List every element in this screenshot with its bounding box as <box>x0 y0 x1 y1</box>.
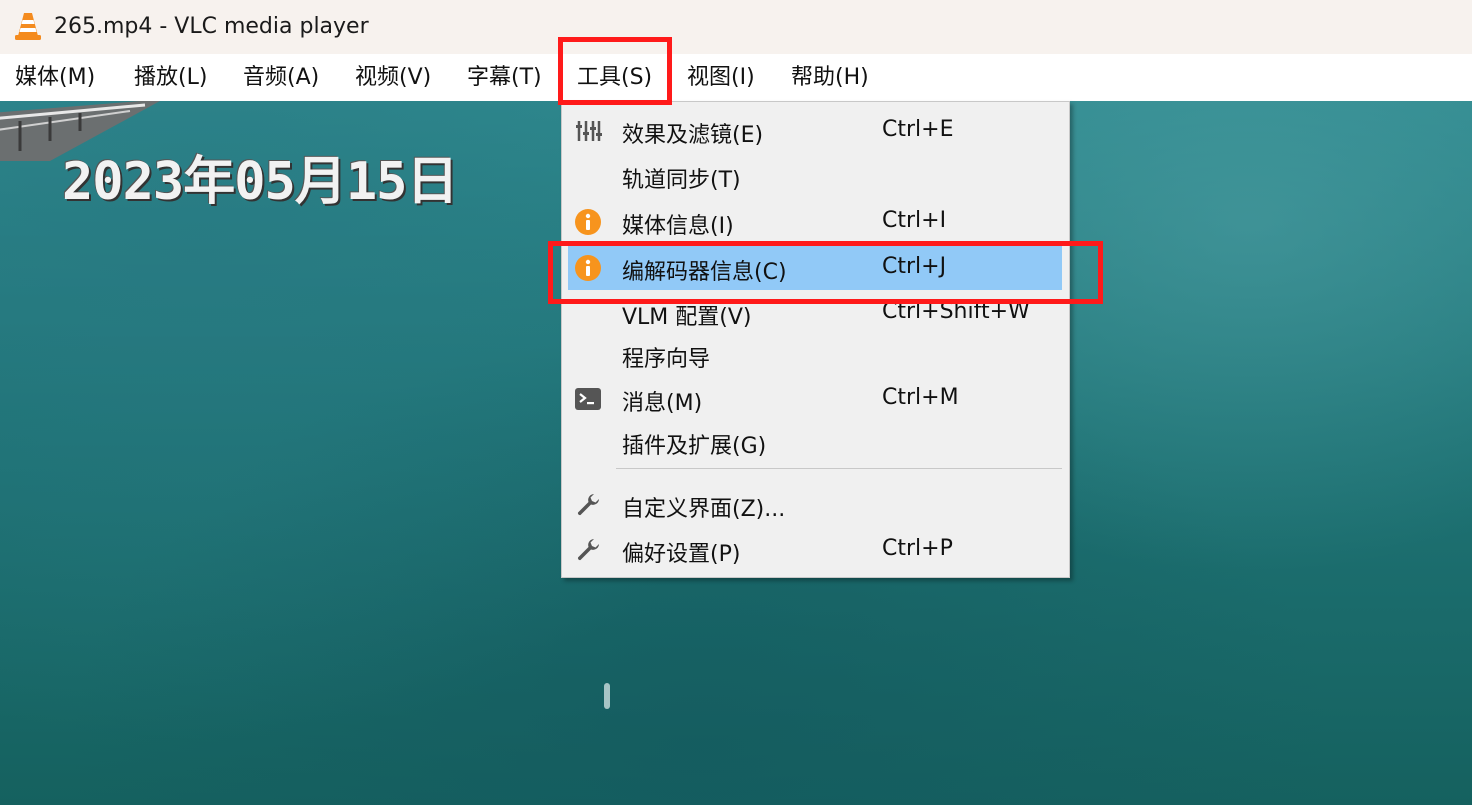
menu-item-label: 轨道同步(T) <box>622 168 741 193</box>
vlc-cone-icon <box>15 13 41 40</box>
menu-item-media-info[interactable]: 媒体信息(I) Ctrl+I <box>568 200 1062 244</box>
wrench-icon <box>577 494 599 516</box>
title-bar: 265.mp4 - VLC media player <box>0 0 1472 54</box>
menu-item-label: 消息(M) <box>622 391 703 416</box>
menu-item-plugins-extensions[interactable]: 插件及扩展(G) <box>568 420 1062 464</box>
menu-separator <box>616 468 1062 469</box>
menu-media[interactable]: 媒体(M) <box>15 62 95 94</box>
menu-item-shortcut: Ctrl+I <box>882 208 947 233</box>
terminal-icon <box>575 388 601 410</box>
menu-video[interactable]: 视频(V) <box>355 62 431 94</box>
tools-dropdown-menu: 效果及滤镜(E) Ctrl+E 轨道同步(T) 媒体信息(I) Ctrl+I 编… <box>561 101 1070 578</box>
menu-audio[interactable]: 音频(A) <box>243 62 319 94</box>
menu-item-track-sync[interactable]: 轨道同步(T) <box>568 154 1062 198</box>
menu-item-label: 程序向导 <box>622 347 711 372</box>
equalizer-icon <box>576 121 602 141</box>
menu-item-shortcut: Ctrl+M <box>882 385 959 410</box>
menu-view[interactable]: 视图(I) <box>687 62 755 94</box>
timestamp-overlay: 2023年05月15日 <box>62 152 458 212</box>
menu-item-label: 媒体信息(I) <box>622 214 734 239</box>
window-title: 265.mp4 - VLC media player <box>54 14 369 39</box>
menu-item-label: 插件及扩展(G) <box>622 434 767 459</box>
menu-playback[interactable]: 播放(L) <box>134 62 207 94</box>
info-icon <box>575 209 601 235</box>
menu-item-customize-interface[interactable]: 自定义界面(Z)... <box>568 483 1062 527</box>
menu-item-shortcut: Ctrl+E <box>882 117 954 142</box>
menu-item-label: 效果及滤镜(E) <box>622 123 764 148</box>
annotation-box-codec-info <box>548 241 1103 304</box>
menu-item-messages[interactable]: 消息(M) Ctrl+M <box>568 377 1062 421</box>
menu-item-preferences[interactable]: 偏好设置(P) Ctrl+P <box>568 528 1062 572</box>
menu-item-label: 自定义界面(Z)... <box>622 497 786 522</box>
menu-item-effects-filters[interactable]: 效果及滤镜(E) Ctrl+E <box>568 109 1062 153</box>
menu-item-wizard[interactable]: 程序向导 <box>568 333 1062 377</box>
menu-item-shortcut: Ctrl+P <box>882 536 953 561</box>
menu-bar: 媒体(M) 播放(L) 音频(A) 视频(V) 字幕(T) 工具(S) 视图(I… <box>0 54 1472 101</box>
menu-subtitle[interactable]: 字幕(T) <box>467 62 542 94</box>
menu-item-label: 偏好设置(P) <box>622 542 741 567</box>
water-reflection <box>604 683 610 709</box>
menu-help[interactable]: 帮助(H) <box>791 62 869 94</box>
wrench-icon <box>577 539 599 561</box>
annotation-box-tools-menu <box>558 37 672 105</box>
